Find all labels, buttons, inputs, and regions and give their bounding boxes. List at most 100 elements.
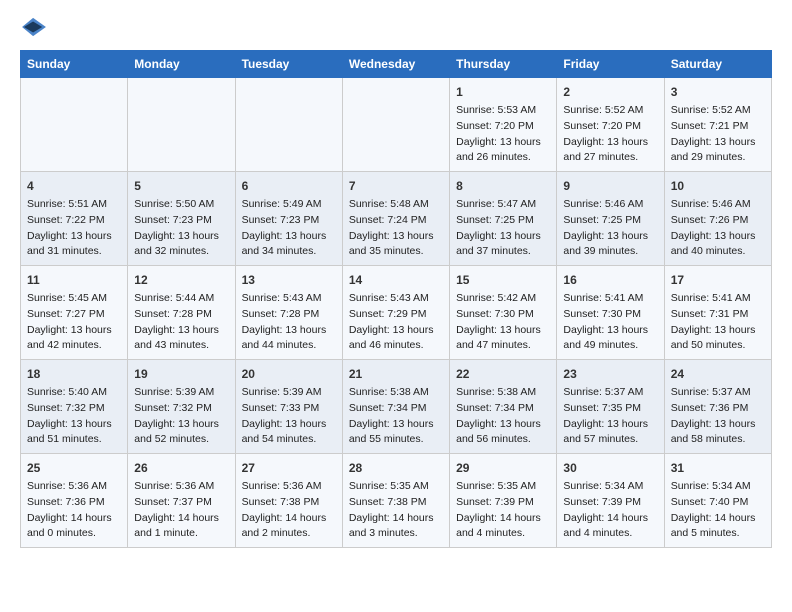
day-content: Sunrise: 5:46 AM Sunset: 7:26 PM Dayligh… [671,197,765,260]
day-number: 1 [456,83,550,101]
calendar-cell: 9 Sunrise: 5:46 AM Sunset: 7:25 PM Daylig… [557,172,664,266]
calendar-cell: 7 Sunrise: 5:48 AM Sunset: 7:24 PM Daylig… [342,172,449,266]
col-header-thursday: Thursday [450,51,557,78]
calendar-cell: 22 Sunrise: 5:38 AM Sunset: 7:34 PM Dayli… [450,360,557,454]
day-number: 30 [563,459,657,477]
day-content: Sunrise: 5:48 AM Sunset: 7:24 PM Dayligh… [349,197,443,260]
day-content: Sunrise: 5:53 AM Sunset: 7:20 PM Dayligh… [456,103,550,166]
col-header-wednesday: Wednesday [342,51,449,78]
calendar-cell: 24 Sunrise: 5:37 AM Sunset: 7:36 PM Dayli… [664,360,771,454]
calendar-cell [342,78,449,172]
day-number: 22 [456,365,550,383]
col-header-tuesday: Tuesday [235,51,342,78]
calendar-cell: 15 Sunrise: 5:42 AM Sunset: 7:30 PM Dayli… [450,266,557,360]
day-number: 20 [242,365,336,383]
calendar-cell: 4Sunrise: 5:51 AM Sunset: 7:22 PM Daylig… [21,172,128,266]
day-number: 17 [671,271,765,289]
day-number: 12 [134,271,228,289]
day-number: 29 [456,459,550,477]
calendar-cell: 18 Sunrise: 5:40 AM Sunset: 7:32 PM Dayli… [21,360,128,454]
day-number: 21 [349,365,443,383]
day-content: Sunrise: 5:41 AM Sunset: 7:30 PM Dayligh… [563,291,657,354]
calendar-cell: 26 Sunrise: 5:36 AM Sunset: 7:37 PM Dayli… [128,454,235,548]
day-number: 11 [27,271,121,289]
calendar-cell: 2 Sunrise: 5:52 AM Sunset: 7:20 PM Daylig… [557,78,664,172]
week-row-3: 11 Sunrise: 5:45 AM Sunset: 7:27 PM Dayli… [21,266,772,360]
calendar-cell [21,78,128,172]
week-row-5: 25 Sunrise: 5:36 AM Sunset: 7:36 PM Dayli… [21,454,772,548]
day-content: Sunrise: 5:44 AM Sunset: 7:28 PM Dayligh… [134,291,228,354]
day-content: Sunrise: 5:42 AM Sunset: 7:30 PM Dayligh… [456,291,550,354]
calendar-table: SundayMondayTuesdayWednesdayThursdayFrid… [20,50,772,548]
day-content: Sunrise: 5:35 AM Sunset: 7:39 PM Dayligh… [456,479,550,542]
day-content: Sunrise: 5:52 AM Sunset: 7:20 PM Dayligh… [563,103,657,166]
col-header-monday: Monday [128,51,235,78]
day-content: Sunrise: 5:51 AM Sunset: 7:22 PM Dayligh… [27,197,121,260]
calendar-cell: 3Sunrise: 5:52 AM Sunset: 7:21 PM Daylig… [664,78,771,172]
week-row-4: 18 Sunrise: 5:40 AM Sunset: 7:32 PM Dayli… [21,360,772,454]
day-number: 5 [134,177,228,195]
page-header [20,16,772,38]
col-header-friday: Friday [557,51,664,78]
calendar-cell: 25 Sunrise: 5:36 AM Sunset: 7:36 PM Dayli… [21,454,128,548]
calendar-cell: 10Sunrise: 5:46 AM Sunset: 7:26 PM Dayli… [664,172,771,266]
day-number: 9 [563,177,657,195]
calendar-cell: 19Sunrise: 5:39 AM Sunset: 7:32 PM Dayli… [128,360,235,454]
day-content: Sunrise: 5:37 AM Sunset: 7:35 PM Dayligh… [563,385,657,448]
day-content: Sunrise: 5:43 AM Sunset: 7:29 PM Dayligh… [349,291,443,354]
day-content: Sunrise: 5:36 AM Sunset: 7:38 PM Dayligh… [242,479,336,542]
calendar-cell: 8 Sunrise: 5:47 AM Sunset: 7:25 PM Daylig… [450,172,557,266]
day-content: Sunrise: 5:38 AM Sunset: 7:34 PM Dayligh… [456,385,550,448]
logo [20,16,52,38]
day-content: Sunrise: 5:35 AM Sunset: 7:38 PM Dayligh… [349,479,443,542]
day-content: Sunrise: 5:49 AM Sunset: 7:23 PM Dayligh… [242,197,336,260]
day-number: 23 [563,365,657,383]
logo-icon [20,16,48,38]
col-header-saturday: Saturday [664,51,771,78]
calendar-cell: 11 Sunrise: 5:45 AM Sunset: 7:27 PM Dayli… [21,266,128,360]
day-number: 25 [27,459,121,477]
day-number: 6 [242,177,336,195]
calendar-cell [235,78,342,172]
calendar-cell [128,78,235,172]
day-content: Sunrise: 5:40 AM Sunset: 7:32 PM Dayligh… [27,385,121,448]
day-content: Sunrise: 5:45 AM Sunset: 7:27 PM Dayligh… [27,291,121,354]
day-content: Sunrise: 5:36 AM Sunset: 7:36 PM Dayligh… [27,479,121,542]
day-content: Sunrise: 5:43 AM Sunset: 7:28 PM Dayligh… [242,291,336,354]
day-content: Sunrise: 5:50 AM Sunset: 7:23 PM Dayligh… [134,197,228,260]
calendar-cell: 23 Sunrise: 5:37 AM Sunset: 7:35 PM Dayli… [557,360,664,454]
calendar-cell: 14 Sunrise: 5:43 AM Sunset: 7:29 PM Dayli… [342,266,449,360]
day-content: Sunrise: 5:52 AM Sunset: 7:21 PM Dayligh… [671,103,765,166]
calendar-cell: 30Sunrise: 5:34 AM Sunset: 7:39 PM Dayli… [557,454,664,548]
day-number: 26 [134,459,228,477]
week-row-2: 4Sunrise: 5:51 AM Sunset: 7:22 PM Daylig… [21,172,772,266]
day-number: 2 [563,83,657,101]
calendar-cell: 20 Sunrise: 5:39 AM Sunset: 7:33 PM Dayli… [235,360,342,454]
day-number: 7 [349,177,443,195]
day-number: 15 [456,271,550,289]
day-content: Sunrise: 5:47 AM Sunset: 7:25 PM Dayligh… [456,197,550,260]
day-number: 19 [134,365,228,383]
day-content: Sunrise: 5:34 AM Sunset: 7:40 PM Dayligh… [671,479,765,542]
day-number: 8 [456,177,550,195]
calendar-cell: 17 Sunrise: 5:41 AM Sunset: 7:31 PM Dayli… [664,266,771,360]
day-content: Sunrise: 5:39 AM Sunset: 7:33 PM Dayligh… [242,385,336,448]
day-number: 13 [242,271,336,289]
day-number: 14 [349,271,443,289]
calendar-cell: 13 Sunrise: 5:43 AM Sunset: 7:28 PM Dayli… [235,266,342,360]
calendar-cell: 5 Sunrise: 5:50 AM Sunset: 7:23 PM Daylig… [128,172,235,266]
col-header-sunday: Sunday [21,51,128,78]
calendar-cell: 29 Sunrise: 5:35 AM Sunset: 7:39 PM Dayli… [450,454,557,548]
day-number: 31 [671,459,765,477]
day-number: 16 [563,271,657,289]
calendar-cell: 28 Sunrise: 5:35 AM Sunset: 7:38 PM Dayli… [342,454,449,548]
day-content: Sunrise: 5:46 AM Sunset: 7:25 PM Dayligh… [563,197,657,260]
day-content: Sunrise: 5:41 AM Sunset: 7:31 PM Dayligh… [671,291,765,354]
day-number: 24 [671,365,765,383]
day-number: 28 [349,459,443,477]
day-number: 18 [27,365,121,383]
day-content: Sunrise: 5:36 AM Sunset: 7:37 PM Dayligh… [134,479,228,542]
day-content: Sunrise: 5:37 AM Sunset: 7:36 PM Dayligh… [671,385,765,448]
calendar-cell: 12 Sunrise: 5:44 AM Sunset: 7:28 PM Dayli… [128,266,235,360]
day-number: 27 [242,459,336,477]
